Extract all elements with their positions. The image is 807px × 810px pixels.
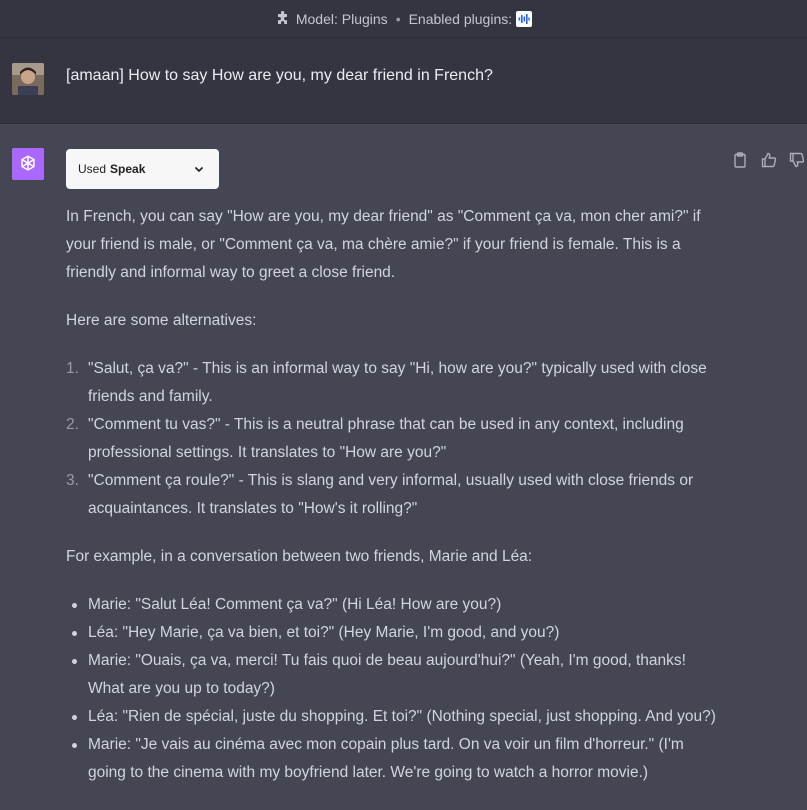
thumbs-down-icon[interactable] — [789, 152, 805, 168]
thumbs-up-icon[interactable] — [761, 152, 777, 168]
list-item: 1. "Salut, ça va?" - This is an informal… — [66, 355, 726, 411]
list-item: 2. "Comment tu vas?" - This is a neutral… — [66, 411, 726, 467]
list-item: Marie: "Salut Léa! Comment ça va?" (Hi L… — [66, 591, 726, 619]
list-item-text: "Salut, ça va?" - This is an informal wa… — [88, 360, 707, 405]
list-item: Marie: "Je vais au cinéma avec mon copai… — [66, 731, 726, 787]
list-item-number: 2. — [66, 416, 79, 433]
message-actions — [733, 152, 805, 168]
list-item-number: 3. — [66, 472, 79, 489]
enabled-plugins-label: Enabled plugins: — [408, 10, 513, 27]
clipboard-icon[interactable] — [733, 152, 747, 168]
plugin-used-name: Speak — [110, 162, 146, 176]
list-item-number: 1. — [66, 360, 79, 377]
user-message-text: [amaan] How to say How are you, my dear … — [66, 67, 493, 84]
list-item-text: "Comment ça roule?" - This is slang and … — [88, 472, 694, 517]
plugin-used-dropdown[interactable]: Used Speak — [66, 149, 219, 189]
model-label: Model: Plugins — [295, 10, 388, 27]
user-message-row: [amaan] How to say How are you, my dear … — [0, 38, 807, 124]
speak-plugin-icon — [516, 10, 533, 27]
list-item: Léa: "Rien de spécial, juste du shopping… — [66, 703, 726, 731]
list-item: Léa: "Hey Marie, ça va bien, et toi?" (H… — [66, 619, 726, 647]
model-info-bar: Model: Plugins • Enabled plugins: — [0, 0, 807, 38]
list-item: Marie: "Ouais, ça va, merci! Tu fais quo… — [66, 647, 726, 703]
assistant-message-row: Used Speak In French, you can say "How a… — [0, 124, 807, 810]
user-avatar — [12, 63, 44, 95]
example-heading: For example, in a conversation between t… — [66, 548, 533, 565]
alternatives-list: 1. "Salut, ça va?" - This is an informal… — [66, 355, 726, 523]
puzzle-icon — [277, 10, 287, 24]
dialogue-list: Marie: "Salut Léa! Comment ça va?" (Hi L… — [66, 591, 726, 787]
plugin-used-prefix: Used — [78, 162, 107, 176]
intro-paragraph: In French, you can say "How are you, my … — [66, 208, 701, 281]
chevron-down-icon — [194, 166, 204, 173]
alternatives-heading: Here are some alternatives: — [66, 312, 257, 329]
assistant-message-content: In French, you can say "How are you, my … — [66, 203, 726, 787]
list-item-text: "Comment tu vas?" - This is a neutral ph… — [88, 416, 684, 461]
separator-dot: • — [395, 10, 401, 27]
openai-logo-icon — [12, 148, 44, 180]
list-item: 3. "Comment ça roule?" - This is slang a… — [66, 467, 726, 523]
